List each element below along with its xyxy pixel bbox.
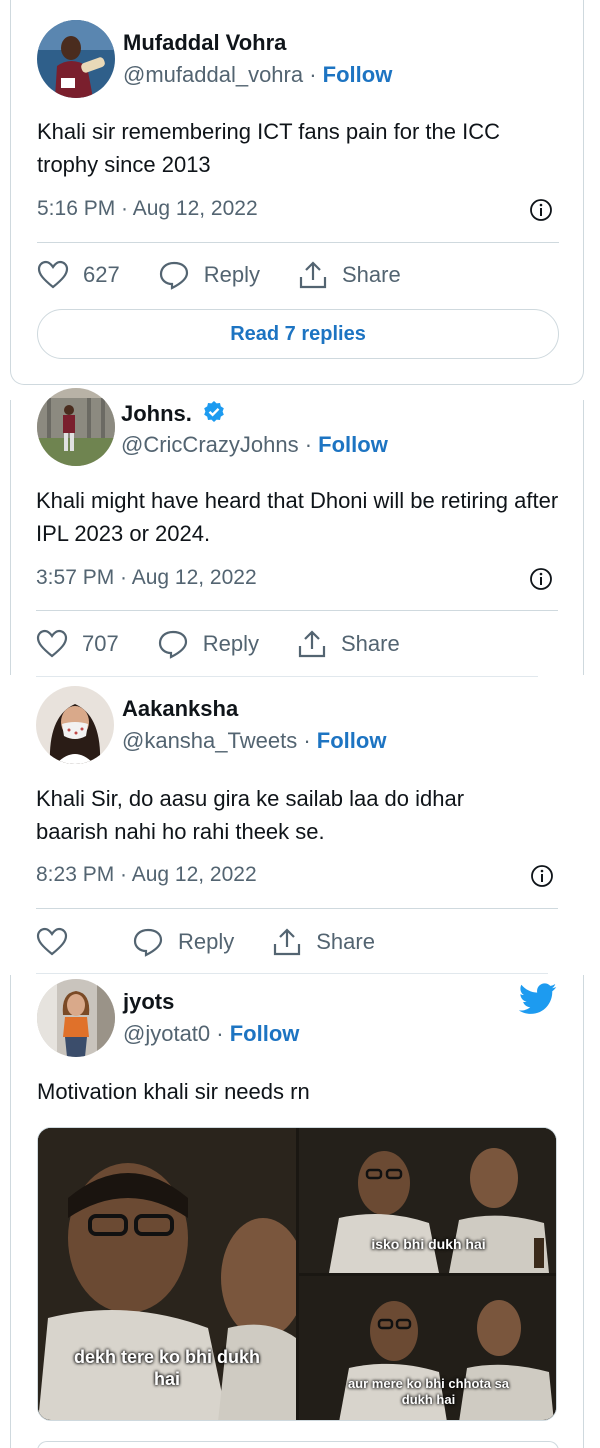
tweet-text: Khali sir remembering ICT fans pain for … bbox=[37, 119, 500, 177]
author-name[interactable]: jyots bbox=[123, 989, 174, 1015]
share-icon bbox=[298, 630, 326, 658]
share-button[interactable]: Share bbox=[272, 927, 375, 957]
media-image[interactable]: aur mere ko bhi chhota sa dukh hai bbox=[299, 1276, 556, 1420]
like-button[interactable]: 707 bbox=[36, 629, 119, 659]
read-replies-button[interactable]: Read 7 replies bbox=[37, 309, 559, 359]
avatar[interactable] bbox=[36, 686, 114, 764]
reply-button[interactable]: Reply bbox=[132, 927, 234, 957]
next-card-edge bbox=[37, 1441, 559, 1448]
tweet-timestamp[interactable]: 8:23 PM · Aug 12, 2022 bbox=[36, 863, 257, 887]
tweet-text: Khali Sir, do aasu gira ke sailab laa do… bbox=[36, 786, 465, 844]
tweet-timestamp[interactable]: 5:16 PM · Aug 12, 2022 bbox=[37, 197, 258, 221]
reply-label: Reply bbox=[203, 262, 260, 287]
media-image[interactable]: dekh tere ko bhi dukh hai bbox=[38, 1128, 296, 1420]
heart-icon bbox=[36, 629, 68, 658]
reply-button[interactable]: Reply bbox=[158, 260, 260, 290]
divider bbox=[37, 242, 559, 243]
info-icon[interactable] bbox=[529, 198, 553, 222]
handle-row: @jyotat0 · Follow bbox=[123, 1021, 299, 1047]
separator: · bbox=[210, 1021, 230, 1046]
twitter-bird-icon[interactable] bbox=[519, 983, 557, 1015]
follow-link[interactable]: Follow bbox=[230, 1021, 300, 1046]
tweet-text: Motivation khali sir needs rn bbox=[37, 1079, 310, 1104]
follow-link[interactable]: Follow bbox=[317, 728, 387, 753]
heart-icon bbox=[37, 260, 69, 289]
action-bar: Reply Share bbox=[36, 922, 413, 962]
avatar[interactable] bbox=[37, 388, 115, 466]
verified-badge-icon bbox=[204, 401, 224, 422]
share-label: Share bbox=[341, 262, 401, 287]
author-handle[interactable]: @jyotat0 bbox=[123, 1021, 210, 1046]
like-count: 627 bbox=[83, 262, 120, 287]
tweet-text: Khali might have heard that Dhoni will b… bbox=[36, 488, 559, 546]
meme-caption: isko bhi dukh hai bbox=[371, 1236, 486, 1252]
share-button[interactable]: Share bbox=[298, 260, 401, 290]
meme-caption: aur mere ko bhi chhota sa dukh hai bbox=[347, 1376, 510, 1407]
info-icon[interactable] bbox=[529, 567, 553, 591]
separator: · bbox=[297, 728, 317, 753]
reply-icon bbox=[133, 928, 163, 957]
separator-line bbox=[36, 676, 538, 677]
author-name[interactable]: Aakanksha bbox=[122, 696, 238, 722]
action-bar: 627 Reply Share bbox=[37, 255, 439, 295]
media-grid[interactable]: dekh tere ko bhi dukh hai isko bhi dukh … bbox=[37, 1127, 557, 1421]
share-button[interactable]: Share bbox=[297, 629, 400, 659]
like-count: 707 bbox=[82, 631, 119, 656]
handle-row: @kansha_Tweets · Follow bbox=[122, 728, 386, 754]
follow-link[interactable]: Follow bbox=[318, 432, 388, 457]
divider bbox=[36, 908, 558, 909]
author-handle[interactable]: @CricCrazyJohns bbox=[121, 432, 299, 457]
tweet-card[interactable]: jyots @jyotat0 · Follow Motivation khali… bbox=[10, 975, 584, 1448]
heart-icon bbox=[36, 927, 68, 956]
separator: · bbox=[298, 432, 319, 457]
like-button[interactable] bbox=[36, 927, 82, 957]
avatar[interactable] bbox=[37, 979, 115, 1057]
reply-label: Reply bbox=[178, 929, 235, 954]
info-icon[interactable] bbox=[530, 864, 554, 888]
tweet-card[interactable]: Johns. @CricCrazyJohns · Follow Khali mi… bbox=[10, 388, 584, 675]
tweet-card[interactable]: Mufaddal Vohra @mufaddal_vohra · Follow … bbox=[10, 0, 584, 385]
action-bar: 707 Reply Share bbox=[36, 624, 438, 664]
handle-row: @mufaddal_vohra · Follow bbox=[123, 62, 392, 88]
tweet-card[interactable]: Aakanksha @kansha_Tweets · Follow Khali … bbox=[10, 680, 584, 972]
share-icon bbox=[274, 928, 301, 956]
tweet-timestamp[interactable]: 3:57 PM · Aug 12, 2022 bbox=[36, 566, 257, 590]
media-image[interactable]: isko bhi dukh hai bbox=[299, 1128, 556, 1273]
handle-row: @CricCrazyJohns · Follow bbox=[121, 432, 388, 458]
share-icon bbox=[299, 261, 327, 289]
author-name[interactable]: Johns. bbox=[121, 401, 192, 426]
author-handle[interactable]: @kansha_Tweets bbox=[122, 728, 297, 753]
author-name[interactable]: Mufaddal Vohra bbox=[123, 30, 286, 56]
author-name-row: Johns. bbox=[121, 400, 226, 427]
meme-caption: dekh tere ko bhi dukh hai bbox=[73, 1347, 261, 1389]
avatar[interactable] bbox=[37, 20, 115, 98]
follow-link[interactable]: Follow bbox=[323, 62, 393, 87]
separator: · bbox=[303, 62, 323, 87]
reply-icon bbox=[158, 630, 187, 659]
divider bbox=[36, 610, 558, 611]
reply-button[interactable]: Reply bbox=[157, 629, 259, 659]
separator-line bbox=[36, 973, 548, 974]
share-label: Share bbox=[340, 631, 400, 656]
like-button[interactable]: 627 bbox=[37, 260, 120, 290]
reply-icon bbox=[159, 261, 188, 290]
author-handle[interactable]: @mufaddal_vohra bbox=[123, 62, 303, 87]
share-label: Share bbox=[316, 929, 375, 954]
reply-label: Reply bbox=[202, 631, 259, 656]
